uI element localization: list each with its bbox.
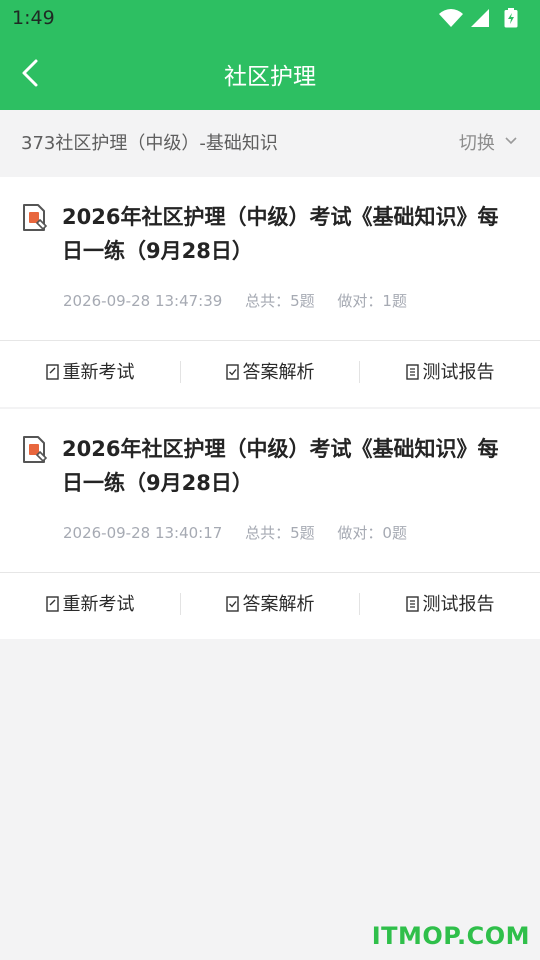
retake-exam-button[interactable]: 重新考试: [0, 341, 180, 405]
checklist-icon: [225, 364, 239, 380]
answer-analysis-label: 答案解析: [242, 594, 315, 615]
watermark: ITMOP.COM: [371, 922, 530, 950]
retake-exam-label: 重新考试: [62, 362, 135, 383]
retake-exam-button[interactable]: 重新考试: [0, 573, 180, 637]
record-meta: 2026-09-28 13:47:39 总共：5题 做对：1题: [63, 290, 425, 311]
subject-text: 373社区护理（中级）-基础知识: [21, 133, 278, 154]
record-correct: 做对：1题: [337, 292, 407, 310]
answer-analysis-button[interactable]: 答案解析: [180, 573, 360, 637]
record-total: 总共：5题: [245, 524, 315, 542]
wifi-icon: [439, 9, 463, 27]
record-card: 2026年社区护理（中级）考试《基础知识》每日一练（9月28日） 2026-09…: [0, 409, 540, 639]
answer-analysis-label: 答案解析: [242, 362, 315, 383]
signal-icon: [471, 9, 489, 27]
test-report-label: 测试报告: [422, 594, 495, 615]
switch-subject-button[interactable]: 切换: [458, 129, 518, 154]
record-title[interactable]: 2026年社区护理（中级）考试《基础知识》每日一练（9月28日）: [62, 432, 518, 500]
record-actions: 重新考试 答案解析 测试报告: [0, 573, 540, 637]
record-total: 总共：5题: [245, 292, 315, 310]
test-report-button[interactable]: 测试报告: [360, 573, 540, 637]
daily-practice-icon: [23, 204, 48, 231]
edit-doc-icon: [45, 596, 59, 612]
top-bar: 1:49 社区护理: [0, 0, 540, 110]
test-report-label: 测试报告: [422, 362, 495, 383]
report-icon: [405, 596, 419, 612]
record-actions: 重新考试 答案解析 测试报告: [0, 341, 540, 405]
switch-label: 切换: [458, 133, 495, 154]
chevron-down-icon: [505, 137, 517, 145]
record-datetime: 2026-09-28 13:47:39: [63, 292, 223, 310]
answer-analysis-button[interactable]: 答案解析: [180, 341, 360, 405]
page-title: 社区护理: [224, 64, 316, 90]
battery-icon: [504, 8, 518, 28]
record-correct: 做对：0题: [337, 524, 407, 542]
daily-practice-icon: [23, 436, 48, 463]
status-bar: 1:49: [0, 0, 540, 36]
test-report-button[interactable]: 测试报告: [360, 341, 540, 405]
status-time: 1:49: [12, 7, 55, 29]
status-icons: [438, 8, 524, 28]
record-meta: 2026-09-28 13:40:17 总共：5题 做对：0题: [63, 522, 425, 543]
app-screen: 1:49 社区护理 373社区护理（中级）-基础知识 切换 2026年社区护理（…: [0, 0, 540, 960]
subject-bar: 373社区护理（中级）-基础知识 切换: [0, 110, 540, 172]
retake-exam-label: 重新考试: [62, 594, 135, 615]
report-icon: [405, 364, 419, 380]
record-title[interactable]: 2026年社区护理（中级）考试《基础知识》每日一练（9月28日）: [62, 200, 518, 268]
edit-doc-icon: [45, 364, 59, 380]
app-header: 社区护理: [0, 36, 540, 110]
checklist-icon: [225, 596, 239, 612]
record-card: 2026年社区护理（中级）考试《基础知识》每日一练（9月28日） 2026-09…: [0, 177, 540, 407]
record-datetime: 2026-09-28 13:40:17: [63, 524, 223, 542]
